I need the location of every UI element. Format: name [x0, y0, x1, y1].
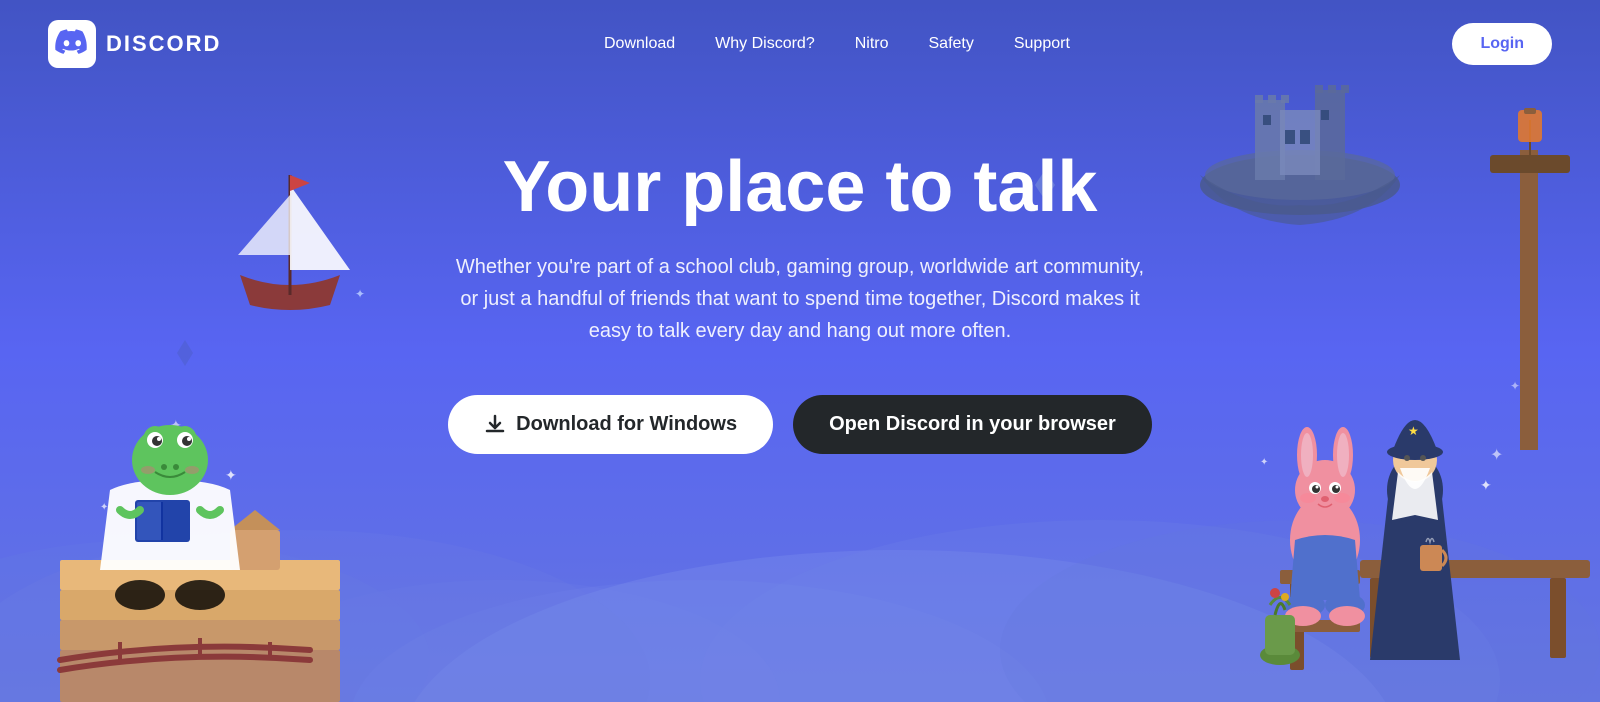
- svg-text:✦: ✦: [1480, 477, 1492, 493]
- nav-link-support[interactable]: Support: [1014, 35, 1070, 52]
- nav-link-download[interactable]: Download: [604, 35, 675, 52]
- download-windows-button[interactable]: Download for Windows: [448, 395, 773, 454]
- svg-text:✦: ✦: [100, 502, 108, 513]
- download-icon: [484, 414, 506, 436]
- hero-title: Your place to talk: [0, 148, 1600, 227]
- nav-item-nitro[interactable]: Nitro: [855, 35, 889, 53]
- svg-text:✦: ✦: [1260, 457, 1268, 468]
- discord-logo-icon: [48, 20, 96, 68]
- svg-text:✦: ✦: [195, 574, 210, 594]
- hero-content: Your place to talk Whether you're part o…: [0, 88, 1600, 454]
- logo-text: DISCORD: [106, 31, 221, 57]
- login-button[interactable]: Login: [1452, 23, 1552, 65]
- open-browser-button[interactable]: Open Discord in your browser: [793, 395, 1152, 454]
- nav-link-safety[interactable]: Safety: [929, 35, 974, 52]
- nav-item-safety[interactable]: Safety: [929, 35, 974, 53]
- download-windows-label: Download for Windows: [516, 413, 737, 436]
- nav-link-why[interactable]: Why Discord?: [715, 35, 815, 52]
- logo[interactable]: DISCORD: [48, 20, 221, 68]
- hero-subtitle: Whether you're part of a school club, ga…: [450, 251, 1150, 347]
- hero-section: ✦ ✦ ✦ ✦ ✦: [0, 0, 1600, 702]
- nav-link-nitro[interactable]: Nitro: [855, 35, 889, 52]
- hero-buttons: Download for Windows Open Discord in you…: [0, 395, 1600, 454]
- nav-item-support[interactable]: Support: [1014, 35, 1070, 53]
- nav-links: Download Why Discord? Nitro Safety Suppo…: [604, 35, 1070, 53]
- nav-item-download[interactable]: Download: [604, 35, 675, 53]
- svg-text:✦: ✦: [225, 467, 237, 483]
- nav-item-why[interactable]: Why Discord?: [715, 35, 815, 53]
- navbar: DISCORD Download Why Discord? Nitro Safe…: [0, 0, 1600, 88]
